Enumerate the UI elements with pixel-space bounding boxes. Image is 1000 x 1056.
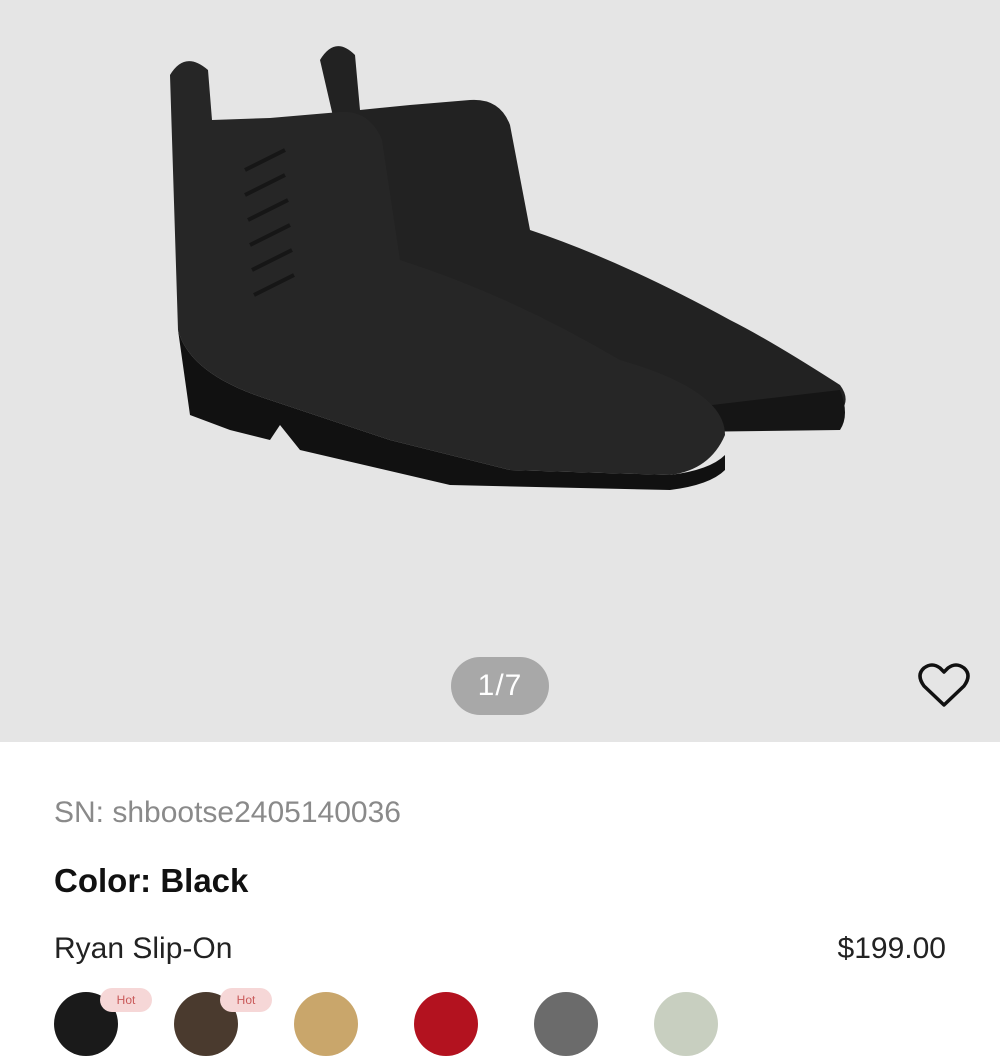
color-value: Black <box>160 862 249 899</box>
product-sn: SN: shbootse2405140036 <box>54 796 401 829</box>
favorite-button[interactable] <box>916 660 972 712</box>
swatch-red[interactable] <box>414 992 478 1056</box>
product-gallery[interactable]: 1/7 <box>0 0 1000 742</box>
product-details: SN: shbootse2405140036 Color: Black Ryan… <box>0 742 1000 1056</box>
color-swatches: Hot Hot <box>54 988 954 1056</box>
product-name: Ryan Slip-On <box>54 932 233 965</box>
swatch-tan[interactable] <box>294 992 358 1056</box>
image-counter: 1/7 <box>451 657 549 715</box>
swatch-grey[interactable] <box>534 992 598 1056</box>
heart-outline-icon <box>918 663 970 707</box>
swatch-sage[interactable] <box>654 992 718 1056</box>
product-price: $199.00 <box>837 932 946 965</box>
swatch-tag-hot: Hot <box>100 988 152 1012</box>
color-label: Color: <box>54 862 152 899</box>
swatch-tag-hot: Hot <box>220 988 272 1012</box>
color-line: Color: Black <box>54 862 248 900</box>
product-image <box>170 46 846 490</box>
